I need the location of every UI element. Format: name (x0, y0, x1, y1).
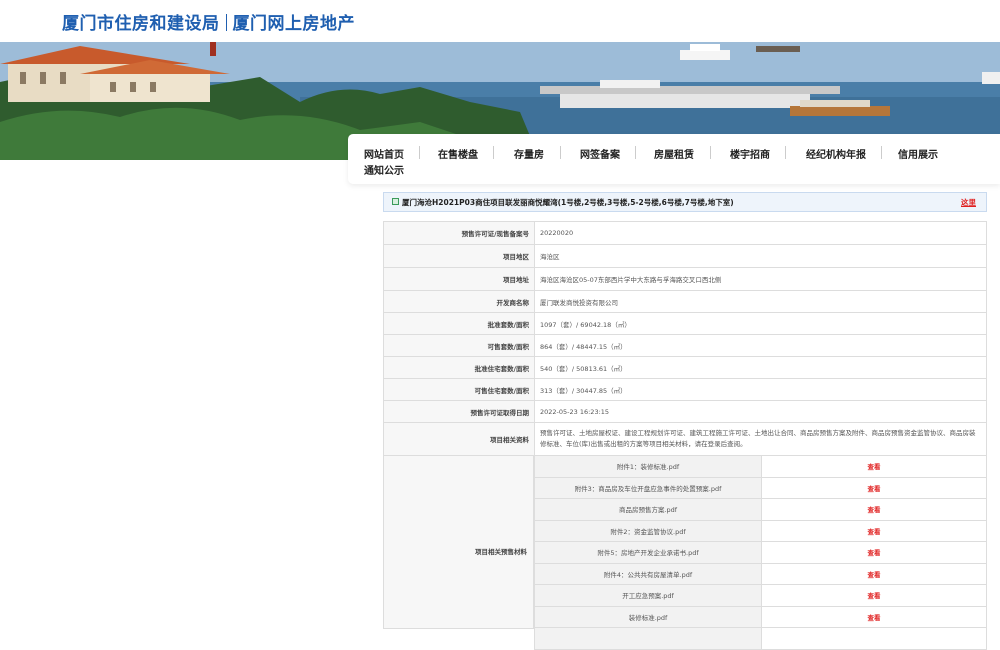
attachment-row (534, 627, 987, 650)
attachment-file-name[interactable]: 附件5：房地产开发企业承诺书.pdf (534, 541, 762, 564)
nav-item-rental[interactable]: 房屋租赁 (654, 146, 694, 161)
view-cell-empty (761, 627, 987, 650)
attachment-file-name[interactable]: 商品房预售方案.pdf (534, 498, 762, 521)
field-value: 864（套）/ 48447.15（㎡） (534, 334, 987, 357)
field-label: 项目地址 (383, 267, 535, 291)
attachments-label: 项目相关预售材料 (475, 548, 527, 556)
field-value: 313（套）/ 30447.85（㎡） (534, 378, 987, 401)
view-link[interactable]: 查看 (761, 498, 987, 521)
site-name-online-realestate: 厦门网上房地产 (232, 14, 355, 34)
nav-item-contract-filing[interactable]: 网签备案 (580, 146, 620, 161)
nav-divider (710, 146, 711, 159)
table-row: 项目相关资料 预售许可证、土地房屋权证、建设工程规划许可证、建筑工程施工许可证、… (383, 422, 987, 456)
field-label: 批准套数/面积 (383, 312, 535, 335)
field-value-related-info: 预售许可证、土地房屋权证、建设工程规划许可证、建筑工程施工许可证、土地出让合同、… (534, 422, 987, 456)
back-link[interactable]: 这里 (961, 197, 976, 208)
attachments-table: 附件1：装修标准.pdf 查看 附件3：商品房及车位开盘应急事件的处置预案.pd… (534, 455, 987, 650)
view-link[interactable]: 查看 (761, 562, 987, 585)
view-link[interactable]: 查看 (761, 605, 987, 628)
nav-item-home[interactable]: 网站首页 (364, 146, 404, 161)
nav-divider (560, 146, 561, 159)
field-label: 可售住宅套数/面积 (383, 378, 535, 401)
attachment-file-name[interactable]: 装修标准.pdf (534, 605, 762, 628)
document-icon (392, 198, 399, 205)
field-label: 预售许可证/现售备案号 (383, 221, 535, 245)
table-row: 批准套数/面积 1097（套）/ 69042.18（㎡） (383, 312, 987, 335)
project-title-bar: 厦门海沧H2021P03商住项目联发丽商悦耀湾(1号楼,2号楼,3号楼,5-2号… (383, 192, 987, 212)
field-label: 批准住宅套数/面积 (383, 356, 535, 379)
nav-item-notices[interactable]: 通知公示 (364, 162, 404, 177)
field-value: 海沧区海沧区05-07东部西片学中大东路与孚海路交叉口西北侧 (534, 267, 987, 291)
attachment-row: 附件1：装修标准.pdf 查看 (534, 455, 987, 478)
attachment-file-name[interactable]: 附件3：商品房及车位开盘应急事件的处置预案.pdf (534, 476, 762, 499)
attachment-file-name[interactable]: 附件1：装修标准.pdf (534, 455, 762, 478)
attachment-row: 装修标准.pdf 查看 (534, 605, 987, 628)
attachments-label-cell: 项目相关预售材料 (383, 455, 534, 629)
table-row: 可售住宅套数/面积 313（套）/ 30447.85（㎡） (383, 378, 987, 401)
logo-divider (225, 14, 227, 31)
attachment-row: 附件4：公共共有房屋清单.pdf 查看 (534, 562, 987, 585)
site-logo[interactable]: 厦门市住房和建设局 厦门网上房地产 (62, 9, 355, 34)
field-label-related-info: 项目相关资料 (383, 422, 535, 456)
project-info-table: 预售许可证/现售备案号 20220020 项目地区 海沧区 项目地址 海沧区海沧… (383, 221, 987, 456)
field-value: 1097（套）/ 69042.18（㎡） (534, 312, 987, 335)
table-row: 预售许可证取得日期 2022-05-23 16:23:15 (383, 400, 987, 423)
nav-divider (785, 146, 786, 159)
nav-divider (635, 146, 636, 159)
nav-divider (881, 146, 882, 159)
nav-item-credit[interactable]: 信用展示 (898, 146, 938, 161)
table-row: 批准住宅套数/面积 540（套）/ 50813.61（㎡） (383, 356, 987, 379)
nav-item-existing-homes[interactable]: 存量房 (514, 146, 544, 161)
table-row: 项目地区 海沧区 (383, 244, 987, 268)
view-link[interactable]: 查看 (761, 584, 987, 607)
attachment-row: 开工应急预案.pdf 查看 (534, 584, 987, 607)
attachment-row: 附件2：资金监管协议.pdf 查看 (534, 519, 987, 542)
nav-divider (493, 146, 494, 159)
field-label: 可售套数/面积 (383, 334, 535, 357)
field-label: 项目地区 (383, 244, 535, 268)
site-header: 厦门市住房和建设局 厦门网上房地产 (0, 0, 1000, 42)
field-value: 20220020 (534, 221, 987, 245)
field-value: 2022-05-23 16:23:15 (534, 400, 987, 423)
nav-divider (419, 146, 420, 159)
attachment-row: 附件5：房地产开发企业承诺书.pdf 查看 (534, 541, 987, 564)
field-label: 开发商名称 (383, 290, 535, 313)
view-link[interactable]: 查看 (761, 541, 987, 564)
field-label: 预售许可证取得日期 (383, 400, 535, 423)
nav-item-commercial[interactable]: 楼宇招商 (730, 146, 770, 161)
table-row: 可售套数/面积 864（套）/ 48447.15（㎡） (383, 334, 987, 357)
table-row: 预售许可证/现售备案号 20220020 (383, 221, 987, 245)
view-link[interactable]: 查看 (761, 519, 987, 542)
attachment-file-name[interactable]: 开工应急预案.pdf (534, 584, 762, 607)
attachment-file-name[interactable]: 附件2：资金监管协议.pdf (534, 519, 762, 542)
field-value: 海沧区 (534, 244, 987, 268)
attachment-file-name[interactable]: 附件4：公共共有房屋清单.pdf (534, 562, 762, 585)
project-title: 厦门海沧H2021P03商住项目联发丽商悦耀湾(1号楼,2号楼,3号楼,5-2号… (402, 198, 734, 207)
attachment-file-name[interactable] (534, 627, 762, 650)
site-name-housing-bureau: 厦门市住房和建设局 (62, 14, 220, 34)
nav-item-on-sale[interactable]: 在售楼盘 (438, 146, 478, 161)
view-link[interactable]: 查看 (761, 476, 987, 499)
nav-item-agency-reports[interactable]: 经纪机构年报 (806, 146, 866, 161)
field-value: 540（套）/ 50813.61（㎡） (534, 356, 987, 379)
attachment-row: 商品房预售方案.pdf 查看 (534, 498, 987, 521)
view-link[interactable]: 查看 (761, 455, 987, 478)
main-nav: 网站首页 在售楼盘 存量房 网签备案 房屋租赁 楼宇招商 经纪机构年报 信用展示… (348, 134, 1000, 184)
table-row: 开发商名称 厦门联发商悦投资有限公司 (383, 290, 987, 313)
attachment-row: 附件3：商品房及车位开盘应急事件的处置预案.pdf 查看 (534, 476, 987, 499)
table-row: 项目地址 海沧区海沧区05-07东部西片学中大东路与孚海路交叉口西北侧 (383, 267, 987, 291)
field-value: 厦门联发商悦投资有限公司 (534, 290, 987, 313)
